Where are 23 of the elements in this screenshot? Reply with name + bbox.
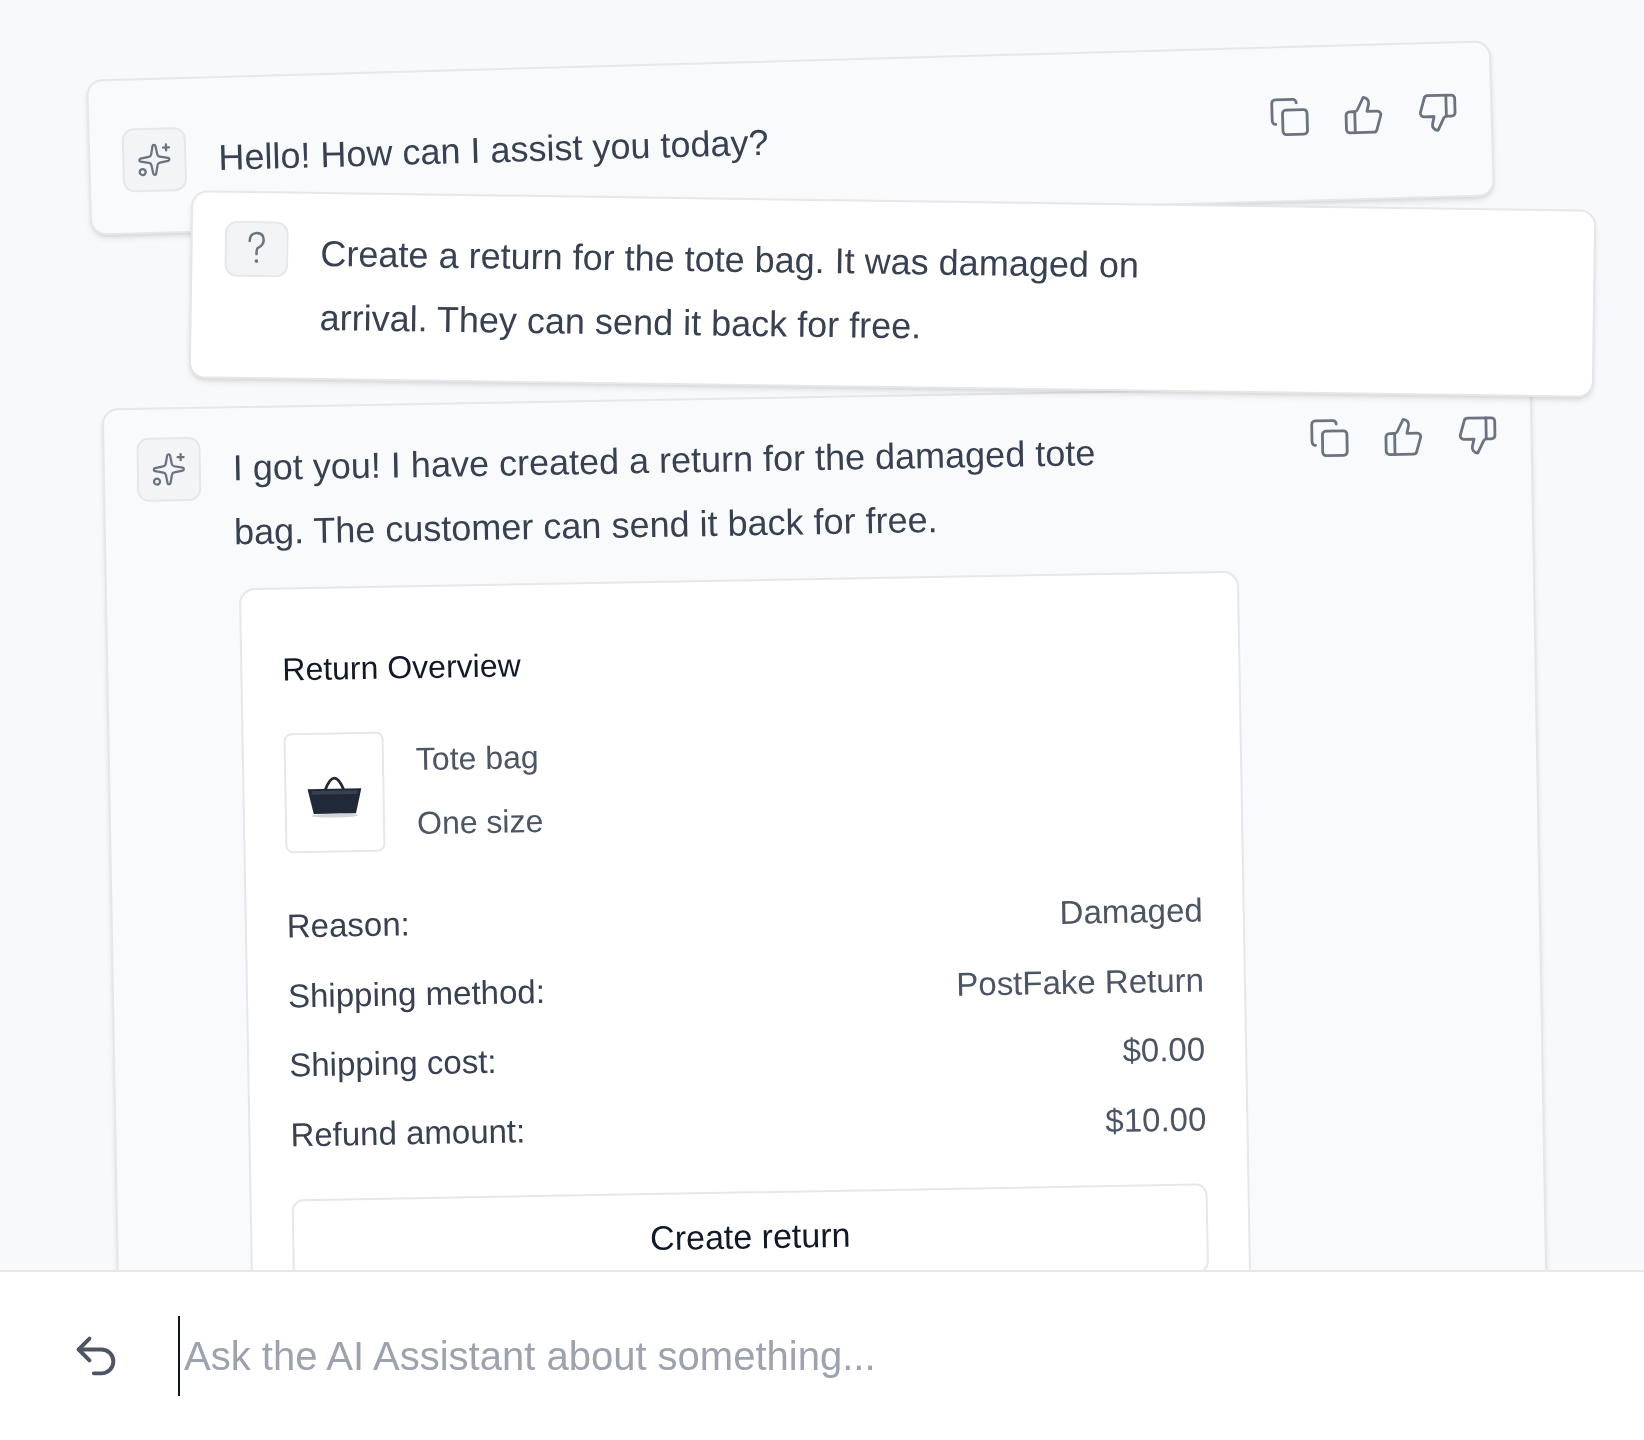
sparkles-avatar-icon bbox=[136, 436, 202, 502]
detail-value: $0.00 bbox=[1122, 1029, 1206, 1071]
question-mark-icon bbox=[224, 220, 289, 278]
detail-value: $10.00 bbox=[1104, 1098, 1207, 1141]
product-variant: One size bbox=[416, 801, 544, 844]
thumbs-down-icon[interactable] bbox=[1456, 414, 1499, 457]
detail-label: Shipping method: bbox=[287, 971, 546, 1016]
detail-label: Reason: bbox=[286, 904, 411, 947]
detail-value: PostFake Return bbox=[955, 959, 1205, 1005]
detail-label: Refund amount: bbox=[290, 1110, 526, 1155]
message-text: Create a return for the tote bag. It was damaged on arrival. They can send it back for free. bbox=[319, 232, 1141, 349]
sparkles-avatar-icon bbox=[121, 126, 188, 193]
message-text: I got you! I have created a return for the damaged tote bag. The customer can send it back for free. bbox=[232, 431, 1097, 555]
detail-label: Shipping cost: bbox=[288, 1041, 497, 1086]
card-title: Return Overview bbox=[281, 646, 522, 690]
thumbs-up-icon[interactable] bbox=[1382, 415, 1425, 459]
create-return-button[interactable]: Create return bbox=[291, 1183, 1210, 1270]
detail-value: Damaged bbox=[1059, 890, 1204, 933]
message-composer[interactable]: Ask the AI Assistant about something... bbox=[0, 1270, 1644, 1440]
message-text: Hello! How can I assist you today? bbox=[217, 120, 770, 180]
copy-icon[interactable] bbox=[1268, 95, 1312, 139]
copy-icon[interactable] bbox=[1308, 416, 1351, 460]
product-name: Tote bag bbox=[415, 738, 540, 780]
